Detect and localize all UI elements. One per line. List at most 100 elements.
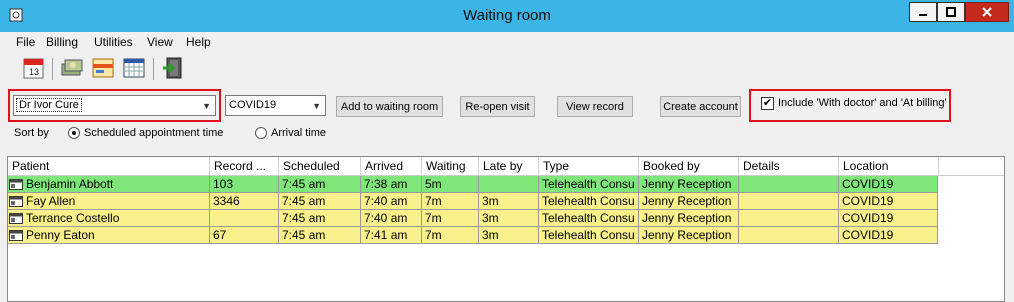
column-header-location[interactable]: Location [839, 157, 939, 175]
cell-arrived: 7:40 am [361, 210, 422, 227]
location-select[interactable]: COVID19 ▼ [225, 95, 326, 116]
cell-patient: Fay Allen [8, 193, 210, 210]
cell-type: Telehealth Consu [539, 176, 639, 193]
doctor-value: Dr Ivor Cure [16, 98, 82, 112]
chevron-down-icon: ▼ [202, 101, 211, 111]
menu-view[interactable]: View [147, 35, 173, 49]
cell-patient: Terrance Costello [8, 210, 210, 227]
cell-late-by: 3m [479, 193, 539, 210]
column-header-scheduled[interactable]: Scheduled [279, 157, 361, 175]
toolbar: 13 [0, 55, 1014, 87]
cell-waiting: 7m [422, 227, 479, 244]
patient-card-icon [9, 230, 23, 241]
close-button[interactable] [965, 2, 1009, 22]
cell-record: 3346 [210, 193, 279, 210]
cell-waiting: 7m [422, 210, 479, 227]
waiting-room-table: Patient Record ... Scheduled Arrived Wai… [7, 156, 1005, 302]
cell-scheduled: 7:45 am [279, 193, 361, 210]
table-row[interactable]: Penny Eaton 67 7:45 am 7:41 am 7m 3m Tel… [8, 227, 938, 244]
column-header-arrived[interactable]: Arrived [361, 157, 422, 175]
column-header-details[interactable]: Details [739, 157, 839, 175]
cell-type: Telehealth Consu [539, 193, 639, 210]
view-record-button[interactable]: View record [557, 96, 633, 117]
column-header-patient[interactable]: Patient [8, 157, 210, 175]
cell-type: Telehealth Consu [539, 227, 639, 244]
column-header-booked-by[interactable]: Booked by [639, 157, 739, 175]
money-icon[interactable] [59, 55, 85, 81]
patient-card-icon [9, 213, 23, 224]
cell-scheduled: 7:45 am [279, 227, 361, 244]
sort-scheduled-radio[interactable] [68, 127, 80, 139]
toolbar-separator [52, 58, 53, 80]
cell-arrived: 7:38 am [361, 176, 422, 193]
cell-late-by [479, 176, 539, 193]
column-header-record[interactable]: Record ... [210, 157, 279, 175]
sort-by-label: Sort by [14, 127, 49, 139]
cell-location: COVID19 [839, 176, 938, 193]
table-row[interactable]: Fay Allen 3346 7:45 am 7:40 am 7m 3m Tel… [8, 193, 938, 210]
minimize-button[interactable] [909, 2, 937, 22]
menu-file[interactable]: File [16, 35, 35, 49]
maximize-icon [946, 7, 956, 17]
cell-booked-by: Jenny Reception [639, 176, 739, 193]
minimize-icon [919, 14, 927, 16]
card-icon[interactable] [90, 55, 116, 81]
cell-waiting: 5m [422, 176, 479, 193]
menu-bar: File Billing Utilities View Help [0, 33, 1014, 51]
close-icon [982, 7, 992, 17]
cell-patient: Benjamin Abbott [8, 176, 210, 193]
create-account-button[interactable]: Create account [660, 96, 741, 117]
svg-text:13: 13 [29, 67, 39, 77]
sort-arrival-label: Arrival time [271, 127, 327, 139]
title-bar: Waiting room [0, 0, 1014, 32]
cell-arrived: 7:40 am [361, 193, 422, 210]
table-header: Patient Record ... Scheduled Arrived Wai… [8, 157, 1004, 176]
exit-door-icon[interactable] [161, 55, 187, 81]
column-header-late-by[interactable]: Late by [479, 157, 539, 175]
menu-help[interactable]: Help [186, 35, 211, 49]
cell-booked-by: Jenny Reception [639, 193, 739, 210]
doctor-select[interactable]: Dr Ivor Cure ▼ [13, 95, 216, 116]
cell-location: COVID19 [839, 227, 938, 244]
cell-location: COVID19 [839, 193, 938, 210]
column-header-waiting[interactable]: Waiting [422, 157, 479, 175]
cell-late-by: 3m [479, 210, 539, 227]
maximize-button[interactable] [937, 2, 965, 22]
cell-details [739, 193, 839, 210]
window-title: Waiting room [463, 7, 551, 24]
cell-record: 103 [210, 176, 279, 193]
cell-record: 67 [210, 227, 279, 244]
patient-card-icon [9, 196, 23, 207]
menu-billing[interactable]: Billing [46, 35, 78, 49]
chevron-down-icon: ▼ [312, 101, 321, 111]
cell-patient: Penny Eaton [8, 227, 210, 244]
cell-booked-by: Jenny Reception [639, 227, 739, 244]
cell-details [739, 227, 839, 244]
cell-waiting: 7m [422, 193, 479, 210]
table-row[interactable]: Benjamin Abbott 103 7:45 am 7:38 am 5m T… [8, 176, 938, 193]
include-checkbox-label: Include 'With doctor' and 'At billing' [778, 97, 947, 109]
location-value: COVID19 [229, 99, 277, 111]
column-header-type[interactable]: Type [539, 157, 639, 175]
cell-arrived: 7:41 am [361, 227, 422, 244]
cell-record [210, 210, 279, 227]
cell-scheduled: 7:45 am [279, 210, 361, 227]
cell-late-by: 3m [479, 227, 539, 244]
calendar-icon[interactable]: 13 [21, 55, 47, 81]
cell-scheduled: 7:45 am [279, 176, 361, 193]
reopen-visit-button[interactable]: Re-open visit [460, 96, 535, 117]
add-to-waiting-room-button[interactable]: Add to waiting room [336, 96, 443, 117]
cell-booked-by: Jenny Reception [639, 210, 739, 227]
sort-scheduled-label: Scheduled appointment time [84, 127, 224, 139]
cell-details [739, 176, 839, 193]
menu-utilities[interactable]: Utilities [94, 35, 133, 49]
table-row[interactable]: Terrance Costello 7:45 am 7:40 am 7m 3m … [8, 210, 938, 227]
grid-calendar-icon[interactable] [121, 55, 147, 81]
cell-type: Telehealth Consu [539, 210, 639, 227]
cell-location: COVID19 [839, 210, 938, 227]
cell-details [739, 210, 839, 227]
patient-card-icon [9, 179, 23, 190]
sort-arrival-radio[interactable] [255, 127, 267, 139]
include-checkbox[interactable]: ✔ [761, 97, 774, 110]
toolbar-separator [153, 58, 154, 80]
